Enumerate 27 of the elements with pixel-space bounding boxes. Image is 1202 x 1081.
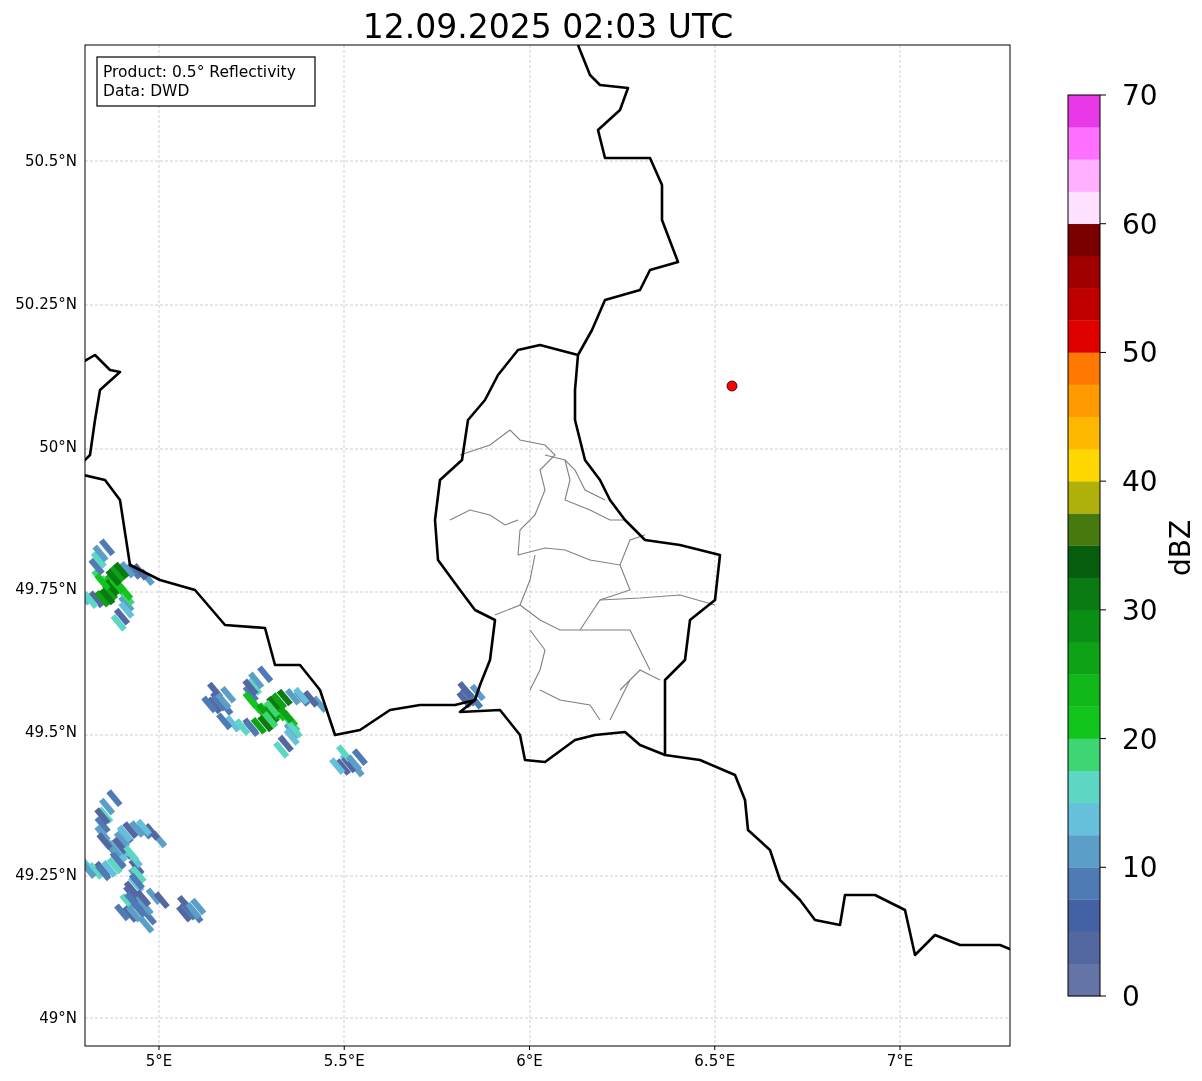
- axis-tick-label: 49.25°N: [15, 866, 77, 884]
- axis-tick-label: 49.5°N: [24, 723, 77, 742]
- colorbar-label: dBZ: [1164, 519, 1197, 577]
- axis-tick-label: 5°E: [145, 1052, 173, 1070]
- colorbar-tick-label: 20: [1122, 722, 1158, 756]
- axis-tick-label: 50.5°N: [24, 152, 77, 170]
- location-marker: [726, 380, 738, 392]
- colorbar-tick-label: 70: [1122, 79, 1158, 112]
- axis-tick-label: 49.75°N: [15, 580, 77, 599]
- colorbar-tick-label: 10: [1122, 851, 1158, 885]
- axis-tick-label: 7°E: [886, 1052, 914, 1070]
- colorbar-tick-label: 30: [1122, 593, 1158, 627]
- info-text: Product: 0.5° Reflectivity: [103, 63, 296, 81]
- axis-tick-label: 49°N: [39, 1008, 77, 1027]
- radar-echo: [176, 894, 207, 924]
- radar-echo: [456, 680, 486, 710]
- axis-tick-label: 50°N: [39, 437, 77, 456]
- chart-title: 12.09.2025 02:03 UTC: [362, 7, 734, 46]
- colorbar-tick-label: 50: [1122, 336, 1158, 370]
- colorbar-tick-label: 40: [1122, 465, 1158, 499]
- axis-tick-label: 6.5°E: [694, 1052, 736, 1070]
- colorbar-tick-label: 60: [1122, 207, 1158, 241]
- axis-tick-label: 50.25°N: [15, 294, 77, 313]
- info-text: Data: DWD: [103, 82, 190, 100]
- colorbar-tick-label: 0: [1122, 980, 1140, 1013]
- axis-tick-label: 6°E: [516, 1052, 543, 1070]
- axis-tick-label: 5.5°E: [323, 1052, 365, 1070]
